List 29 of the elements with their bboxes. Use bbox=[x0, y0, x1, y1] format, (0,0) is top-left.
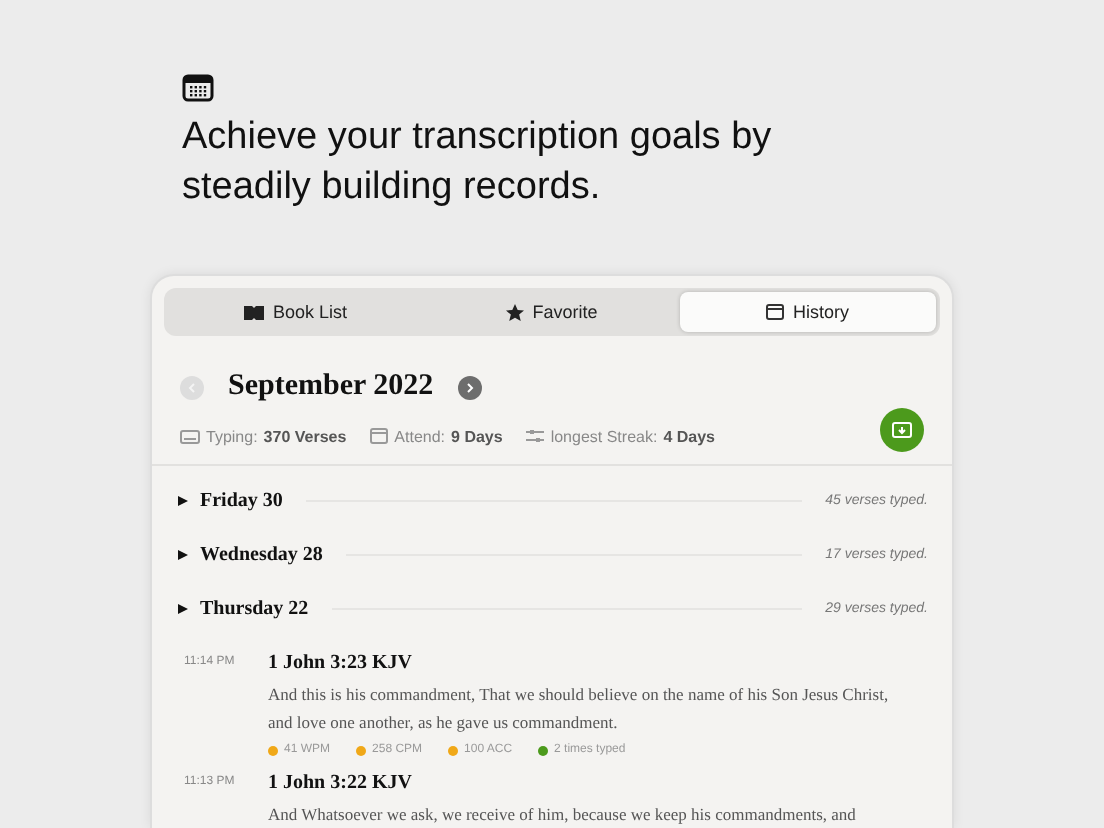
day-title: Thursday 22 bbox=[200, 597, 309, 620]
calendar-icon bbox=[766, 304, 785, 320]
month-title: September 2022 bbox=[228, 370, 434, 404]
tab[interactable]: History bbox=[680, 292, 936, 332]
star-icon bbox=[506, 303, 525, 321]
stat: Attend: 9 Days bbox=[370, 427, 503, 445]
tab[interactable]: Favorite bbox=[424, 292, 680, 332]
disclosure-triangle-icon[interactable] bbox=[178, 549, 188, 560]
book-icon bbox=[244, 304, 265, 320]
verse-text: And this is his commandment, That we should believe on the name of his Son Jesus Christ, and love one another, as he gave us commandment. bbox=[268, 682, 891, 736]
stat: Typing: 370 Verses bbox=[180, 427, 347, 445]
download-icon bbox=[892, 422, 912, 438]
verse-reference: 1 John 3:23 KJV bbox=[268, 652, 414, 674]
sliders-icon bbox=[526, 428, 545, 444]
day-title: Wednesday 28 bbox=[200, 543, 323, 566]
keyboard-icon bbox=[180, 429, 200, 443]
disclosure-triangle-icon[interactable] bbox=[178, 495, 188, 506]
verse-reference: 1 John 3:22 KJV bbox=[268, 772, 414, 794]
next-month-button[interactable] bbox=[457, 375, 482, 399]
headline: Achieve your transcription goals by steadily building records. bbox=[182, 114, 774, 212]
calendar-icon bbox=[182, 74, 214, 102]
chevron-right-icon bbox=[463, 381, 476, 393]
export-button[interactable] bbox=[880, 408, 924, 452]
stat: longest Streak: 4 Days bbox=[526, 427, 715, 445]
day-title: Friday 30 bbox=[200, 489, 283, 512]
tab[interactable]: Book List bbox=[168, 292, 424, 332]
disclosure-triangle-icon[interactable] bbox=[178, 603, 188, 614]
calendar-icon bbox=[370, 428, 389, 444]
verse-text: And Whatsoever we ask, we receive of him, because we keep his commandments, and bbox=[268, 802, 858, 828]
